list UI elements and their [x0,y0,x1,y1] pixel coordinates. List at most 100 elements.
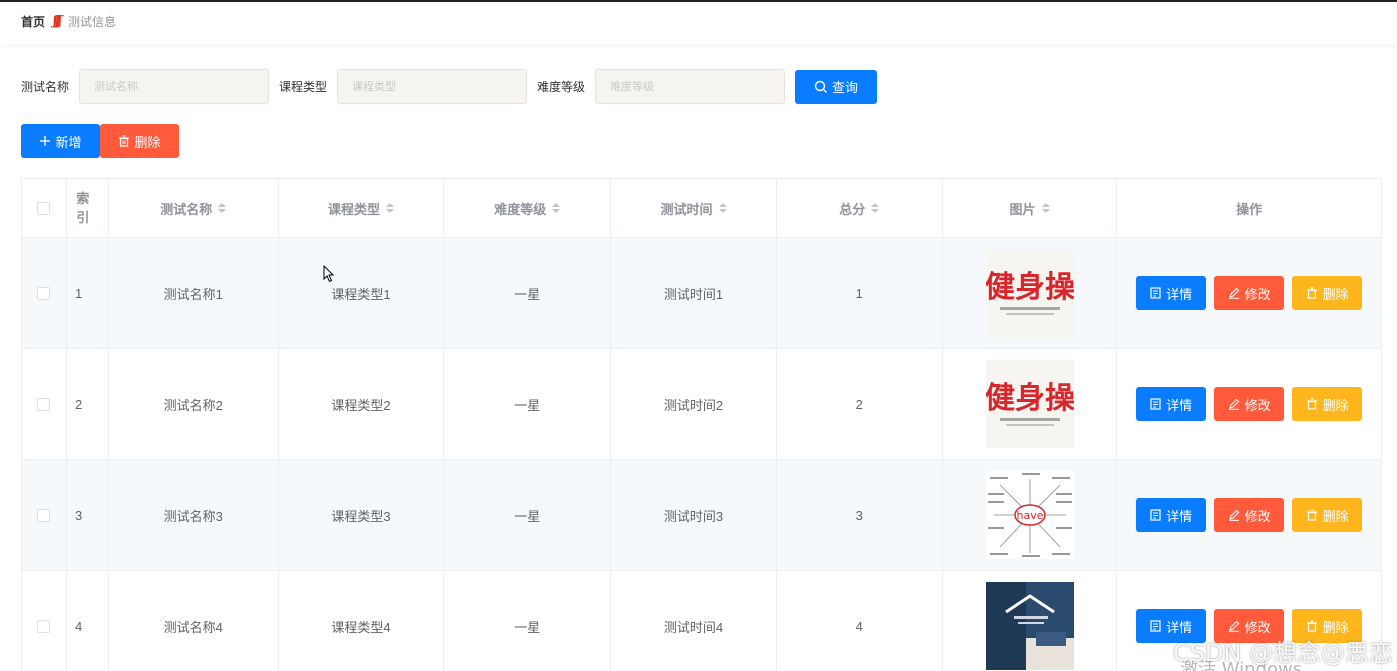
delete-label: 删除 [1322,508,1349,524]
row-ops: 详情 修改 删除 [1117,349,1381,459]
add-button-label: 新增 [55,134,82,150]
document-icon [1150,620,1161,632]
table-row: 3 测试名称3 课程类型3 一星 测试时间3 3 have 详情 修改 删除 [22,460,1381,571]
edit-button[interactable]: 修改 [1214,387,1285,421]
header-name-label: 测试名称 [160,201,213,217]
detail-label: 详情 [1166,397,1193,413]
header-score-label: 总分 [839,201,866,217]
table-row: 2 测试名称2 课程类型2 一星 测试时间2 2 健身操 详情 修改 删除 [22,349,1381,460]
header-time[interactable]: 测试时间 [611,179,777,237]
row-image-cell: 健身操 [943,349,1118,459]
detail-label: 详情 [1166,286,1193,302]
detail-button[interactable]: 详情 [1136,276,1207,310]
header-type-label: 课程类型 [328,201,381,217]
edit-icon [1228,620,1239,632]
search-input-name[interactable] [79,69,270,104]
course-thumbnail[interactable]: have [985,471,1074,559]
data-table: 索引 测试名称 课程类型 难度等级 测试时间 总分 图片 操作 1 测试名称1 … [21,178,1382,671]
row-index: 4 [67,571,109,671]
query-button-label: 查询 [832,80,859,95]
delete-button[interactable]: 删除 [1292,276,1363,310]
course-thumbnail[interactable] [985,582,1074,670]
thumbnail-text: 健身操 [986,270,1074,305]
table-row: 1 测试名称1 课程类型1 一星 测试时间1 1 健身操 详情 修改 删除 [22,238,1381,349]
header-index-label: 索引 [76,191,90,225]
csdn-watermark: CSDN @想念@思恋 [1172,639,1393,667]
edit-icon [1228,398,1239,410]
delete-button[interactable]: 删除 [1292,498,1363,532]
row-time: 测试时间1 [611,238,777,348]
header-time-label: 测试时间 [660,201,713,217]
table-header: 索引 测试名称 课程类型 难度等级 测试时间 总分 图片 操作 [22,179,1381,238]
add-button[interactable]: 新增 [21,124,100,158]
breadcrumb-home[interactable]: 首页 [21,13,45,30]
thumbnail-text: 健身操 [986,381,1074,416]
row-time: 测试时间2 [611,349,777,459]
edit-button[interactable]: 修改 [1214,498,1285,532]
document-icon [1150,398,1161,410]
select-all-checkbox[interactable] [37,201,51,215]
header-name[interactable]: 测试名称 [109,179,279,237]
breadcrumb: 首页 ʃʃʃ 测试信息 [21,13,116,30]
document-icon [1150,287,1161,299]
trash-icon [1306,287,1317,299]
row-checkbox[interactable] [37,508,51,522]
search-label-type: 课程类型 [279,80,328,94]
search-input-level[interactable] [595,69,786,104]
row-select-cell [22,349,67,459]
breadcrumb-separator-icon: ʃʃʃ [53,14,62,29]
row-type: 课程类型1 [279,238,445,348]
edit-icon [1228,287,1239,299]
plus-icon [40,136,51,146]
course-thumbnail[interactable]: 健身操 [985,360,1074,448]
row-image-cell: have [943,460,1118,570]
delete-button[interactable]: 删除 [1292,387,1363,421]
header-level[interactable]: 难度等级 [444,179,612,237]
row-level: 一星 [444,571,612,671]
row-checkbox[interactable] [37,286,51,300]
course-thumbnail[interactable]: 健身操 [985,249,1074,337]
sort-icon[interactable] [1041,203,1050,213]
edit-label: 修改 [1244,397,1271,413]
detail-button[interactable]: 详情 [1136,387,1207,421]
top-bar: 首页 ʃʃʃ 测试信息 [0,0,1397,44]
row-name: 测试名称3 [109,460,279,570]
header-image[interactable]: 图片 [943,179,1118,237]
row-select-cell [22,460,67,570]
sort-icon[interactable] [871,203,880,213]
breadcrumb-current: 测试信息 [67,15,116,29]
row-score: 1 [777,238,943,348]
sort-icon[interactable] [552,203,561,213]
edit-button[interactable]: 修改 [1214,276,1285,310]
detail-button[interactable]: 详情 [1136,498,1207,532]
row-score: 4 [777,571,943,671]
row-score: 2 [777,349,943,459]
row-select-cell [22,238,67,348]
search-input-type[interactable] [337,69,528,104]
sort-icon[interactable] [386,203,395,213]
row-select-cell [22,571,67,671]
delete-label: 删除 [1322,286,1349,302]
row-score: 3 [777,460,943,570]
search-label-level: 难度等级 [537,80,586,94]
delete-label: 删除 [1322,397,1349,413]
trash-icon [1306,620,1317,632]
sort-icon[interactable] [718,203,727,213]
header-type[interactable]: 课程类型 [279,179,445,237]
row-index: 3 [67,460,109,570]
sort-icon[interactable] [218,203,227,213]
batch-delete-button[interactable]: 删除 [100,124,179,158]
header-score[interactable]: 总分 [777,179,943,237]
trash-icon [1306,398,1317,410]
trash-icon [1306,509,1317,521]
row-time: 测试时间4 [611,571,777,671]
row-level: 一星 [444,238,612,348]
row-checkbox[interactable] [37,619,51,633]
query-button[interactable]: 查询 [795,69,878,104]
row-checkbox[interactable] [37,397,51,411]
search-label-name: 测试名称 [21,80,70,94]
action-bar: 新增 删除 [21,124,179,158]
row-name: 测试名称4 [109,571,279,671]
row-index: 2 [67,349,109,459]
row-name: 测试名称1 [109,238,279,348]
